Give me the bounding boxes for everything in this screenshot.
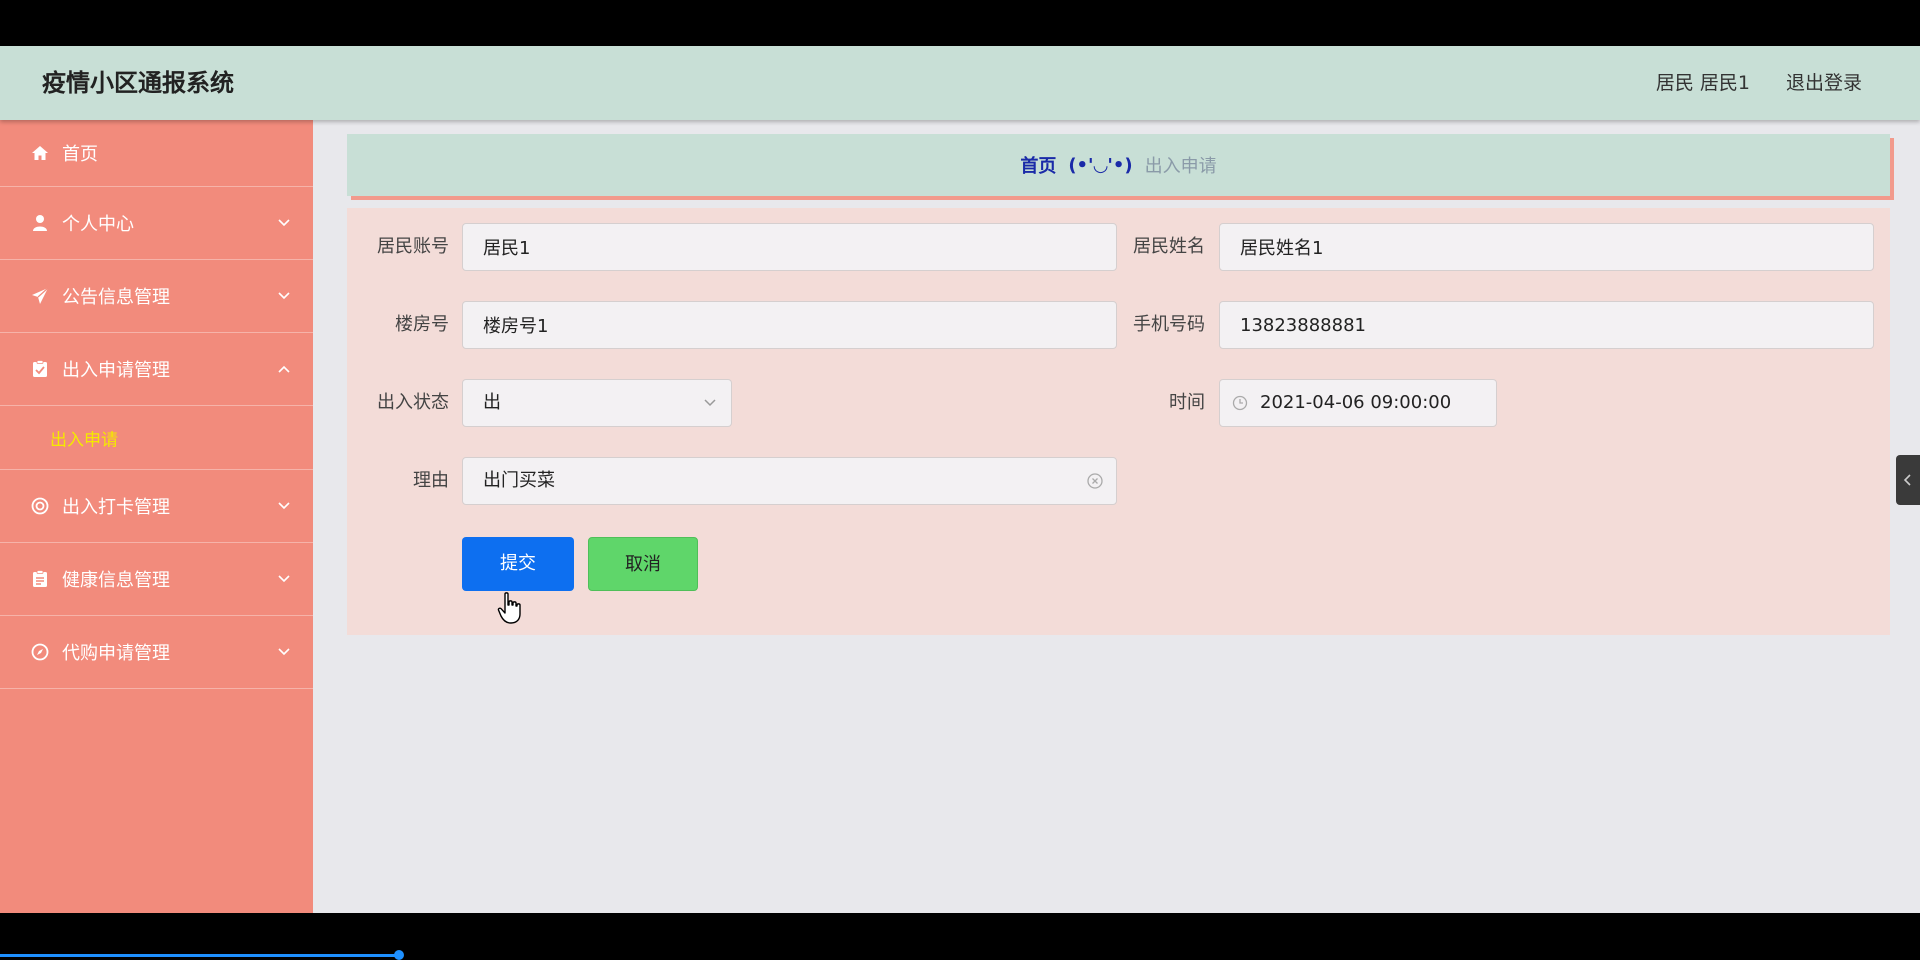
account-field[interactable] xyxy=(462,223,1117,271)
breadcrumb: 首页 (•'◡'•) 出入申请 xyxy=(347,134,1890,196)
chevron-down-icon xyxy=(704,399,716,407)
reason-field[interactable]: 出门买菜 xyxy=(462,457,1117,505)
status-label: 出入状态 xyxy=(377,392,449,413)
chevron-down-icon xyxy=(278,575,290,583)
clock-icon xyxy=(1232,395,1248,411)
sidebar-item-label: 健康信息管理 xyxy=(62,570,170,591)
sidebar-item-home[interactable]: 首页 xyxy=(0,120,313,187)
reason-field-value: 出门买菜 xyxy=(483,470,555,491)
sidebar-item-label: 代购申请管理 xyxy=(62,643,170,664)
sidebar-item-purchase-application[interactable]: 代购申请管理 xyxy=(0,616,313,689)
sidebar-item-health-info[interactable]: 健康信息管理 xyxy=(0,543,313,616)
cancel-button[interactable]: 取消 xyxy=(588,537,698,591)
sidebar-item-label: 出入打卡管理 xyxy=(62,497,170,518)
hand-pointer-icon xyxy=(497,592,521,624)
clipboard-check-icon xyxy=(30,359,50,379)
chevron-up-icon xyxy=(278,365,290,373)
sidebar-item-personal-center[interactable]: 个人中心 xyxy=(0,187,313,260)
sidebar-item-announcement[interactable]: 公告信息管理 xyxy=(0,260,313,333)
breadcrumb-home-link[interactable]: 首页 xyxy=(1020,152,1056,178)
breadcrumb-separator: (•'◡'•) xyxy=(1068,154,1133,176)
logout-link[interactable]: 退出登录 xyxy=(1786,46,1862,120)
collapse-panel-toggle[interactable] xyxy=(1896,455,1920,505)
chevron-down-icon xyxy=(278,292,290,300)
sidebar: 首页 个人中心 公告信息管理 出入申请管理 出入申请 出入打卡管理 健康信息管理… xyxy=(0,120,313,913)
time-picker-value: 2021-04-06 09:00:00 xyxy=(1260,392,1452,413)
breadcrumb-current: 出入申请 xyxy=(1144,156,1217,177)
app-title: 疫情小区通报系统 xyxy=(42,69,234,97)
app-window: 疫情小区通报系统 居民 居民1 退出登录 首页 个人中心 公告信息管理 出入申请… xyxy=(0,46,1920,913)
phone-field[interactable] xyxy=(1219,301,1874,349)
sidebar-item-access-application[interactable]: 出入申请管理 xyxy=(0,333,313,406)
clipboard-icon xyxy=(30,569,50,589)
building-label: 楼房号 xyxy=(395,314,449,335)
home-icon xyxy=(30,143,50,163)
paper-plane-icon xyxy=(30,286,50,306)
building-field[interactable] xyxy=(462,301,1117,349)
video-progress-handle[interactable] xyxy=(394,950,404,960)
user-icon xyxy=(30,213,50,233)
sidebar-subitem-access-apply[interactable]: 出入申请 xyxy=(0,406,313,470)
name-label: 居民姓名 xyxy=(1133,236,1205,257)
sidebar-item-label: 个人中心 xyxy=(62,214,134,235)
sidebar-item-checkin[interactable]: 出入打卡管理 xyxy=(0,470,313,543)
sidebar-item-label: 首页 xyxy=(62,144,98,165)
time-label: 时间 xyxy=(1169,392,1205,413)
clear-icon[interactable] xyxy=(1086,472,1104,490)
chevron-left-icon xyxy=(1903,474,1911,486)
chevron-down-icon xyxy=(278,502,290,510)
sidebar-item-label: 出入申请管理 xyxy=(62,360,170,381)
status-select-value: 出 xyxy=(483,392,501,413)
submit-button[interactable]: 提交 xyxy=(462,537,574,591)
name-field[interactable] xyxy=(1219,223,1874,271)
account-label: 居民账号 xyxy=(377,236,449,257)
time-picker[interactable]: 2021-04-06 09:00:00 xyxy=(1219,379,1497,427)
chevron-down-icon xyxy=(278,219,290,227)
compass-icon xyxy=(30,642,50,662)
sidebar-subitem-label: 出入申请 xyxy=(50,430,118,450)
lifebuoy-icon xyxy=(30,496,50,516)
phone-label: 手机号码 xyxy=(1133,314,1205,335)
video-progress-bar[interactable] xyxy=(0,954,400,957)
reason-label: 理由 xyxy=(413,470,449,491)
top-header: 疫情小区通报系统 居民 居民1 退出登录 xyxy=(0,46,1920,120)
status-select[interactable]: 出 xyxy=(462,379,732,427)
sidebar-item-label: 公告信息管理 xyxy=(62,287,170,308)
current-user: 居民 居民1 xyxy=(1655,72,1750,94)
access-application-form: 居民账号 居民姓名 楼房号 手机号码 出入状态 出 时间 2021-04-06 … xyxy=(347,208,1890,635)
chevron-down-icon xyxy=(278,648,290,656)
